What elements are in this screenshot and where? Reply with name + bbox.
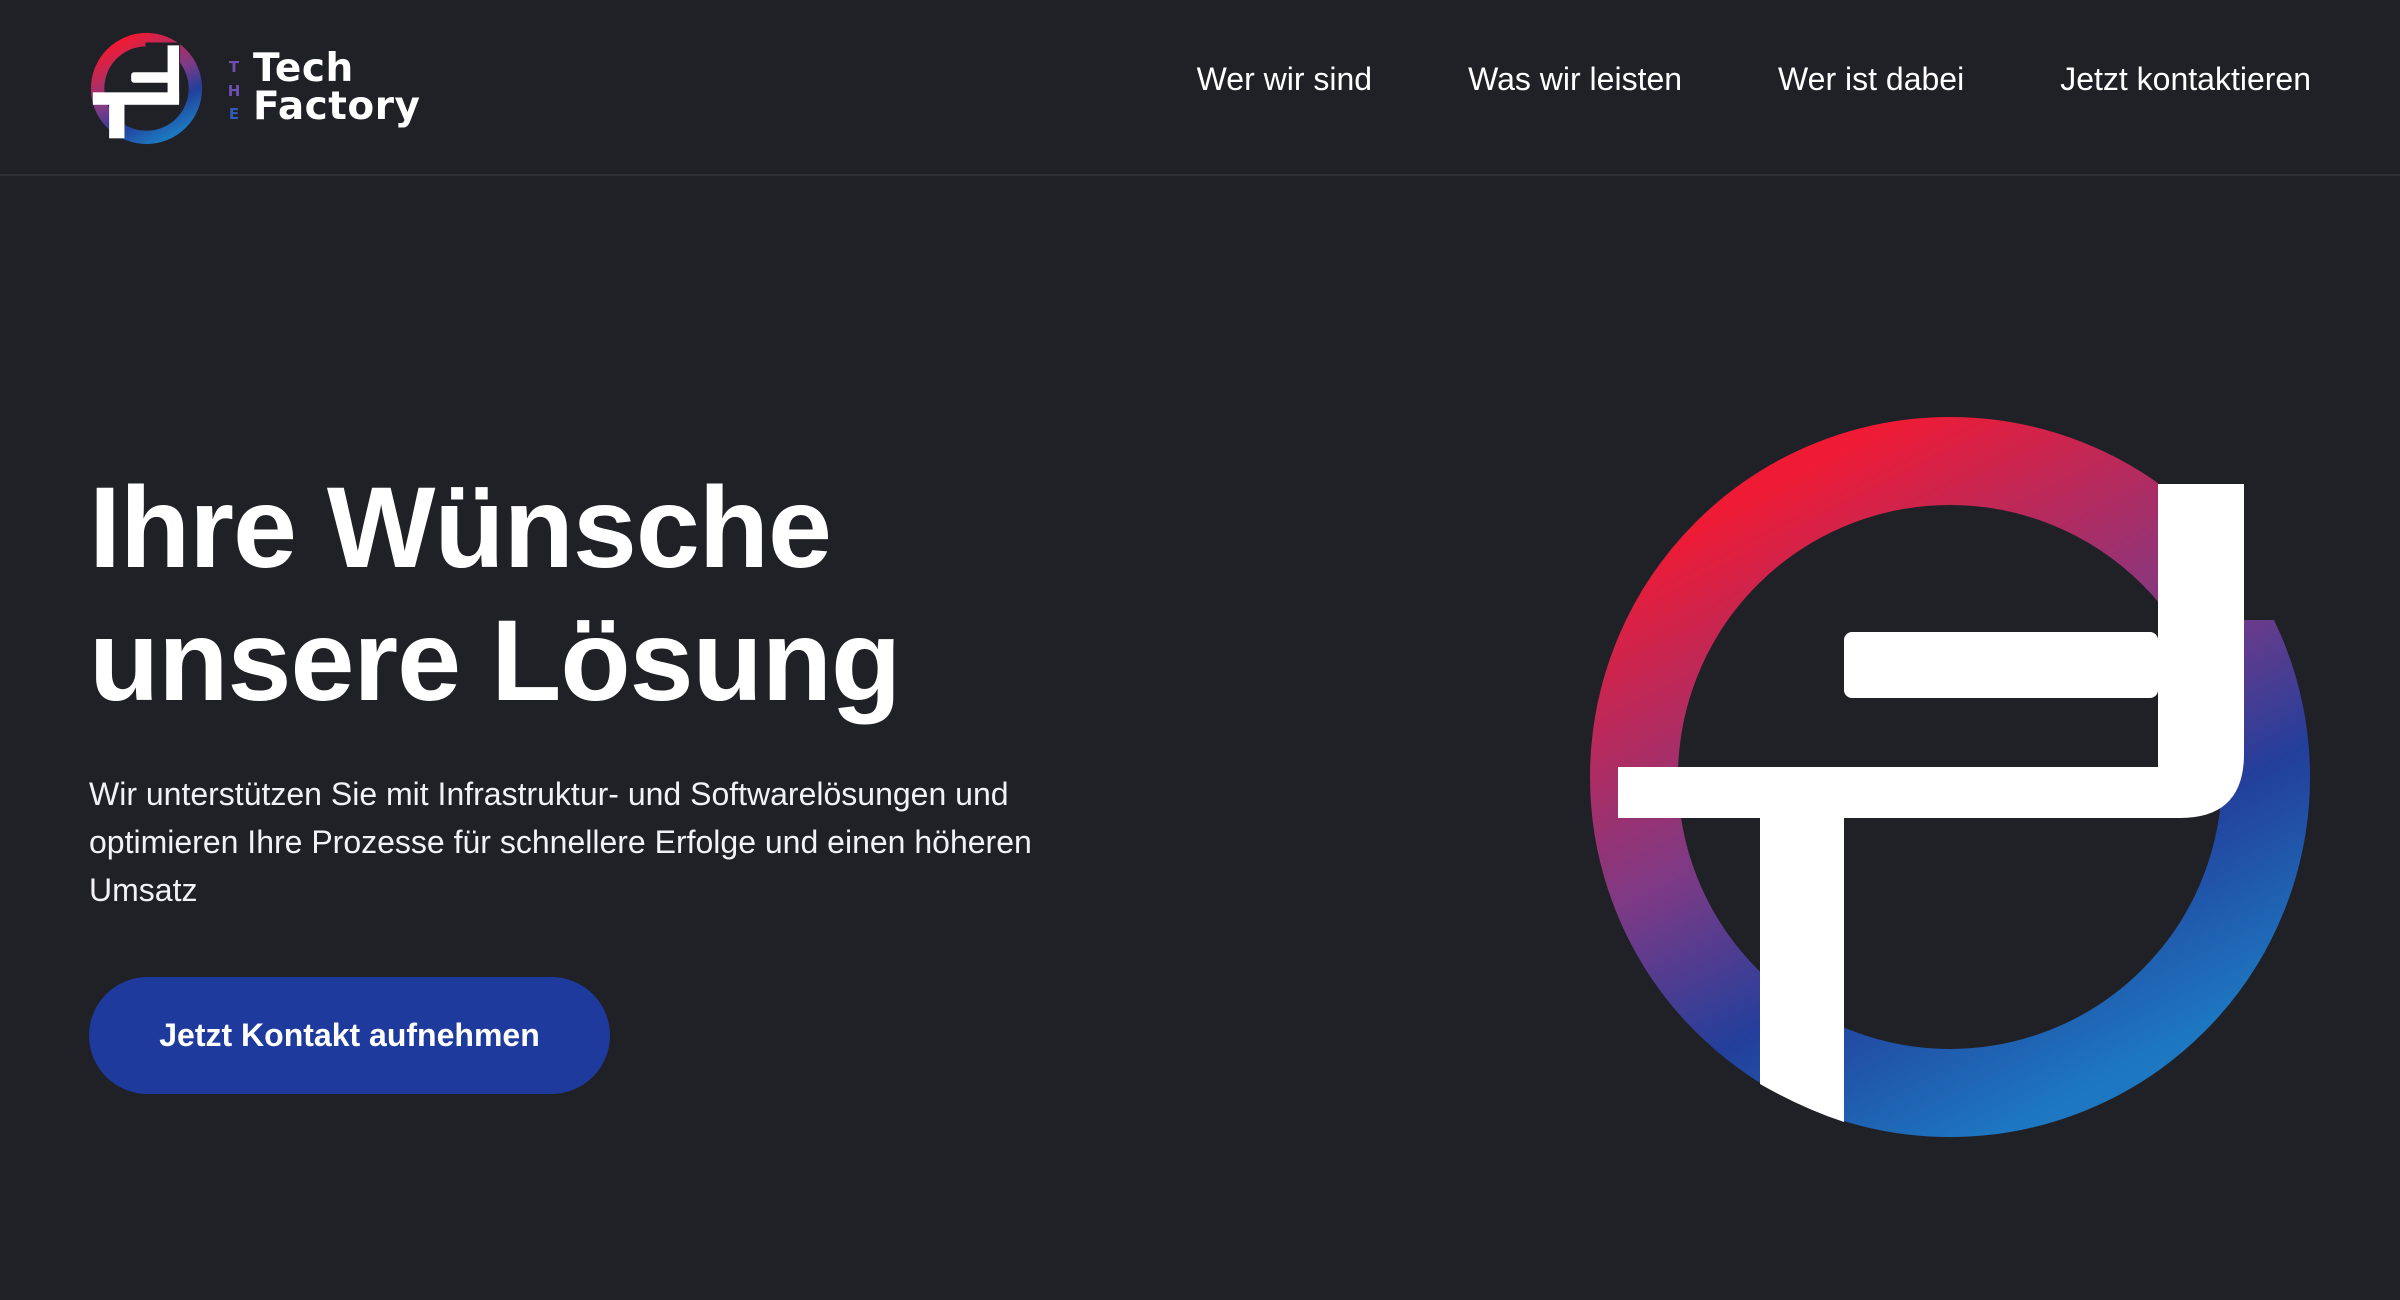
brand-word-tech: Tech: [253, 46, 354, 91]
brand-wordmark: T H E Tech Factory: [226, 48, 456, 128]
hero-title-line-1: Ihre Wünsche: [89, 464, 832, 592]
brand-home-link[interactable]: T H E Tech Factory: [89, 30, 456, 146]
brand-small-label-letter: H: [227, 81, 241, 100]
brand-small-label-letter: T: [228, 58, 240, 76]
nav-link-wer-wir-sind[interactable]: Wer wir sind: [1197, 59, 1372, 99]
brand-small-label-letter: E: [228, 105, 240, 123]
brand-small-label: T H E: [226, 60, 242, 122]
brand-word-factory: Factory: [253, 84, 421, 129]
nav-link-jetzt-kontaktieren[interactable]: Jetzt kontaktieren: [2060, 59, 2311, 99]
site-header: T H E Tech Factory Wer wir sind Was wir …: [0, 0, 2400, 176]
hero-title-line-2: unsere Lösung: [89, 597, 901, 725]
hero-title: Ihre Wünsche unsere Lösung: [89, 462, 1189, 728]
contact-cta-button[interactable]: Jetzt Kontakt aufnehmen: [89, 977, 610, 1094]
hero-description: Wir unterstützen Sie mit Infrastruktur- …: [89, 776, 1032, 908]
brand-logo-icon: [90, 32, 203, 144]
main-navigation: Wer wir sind Was wir leisten Wer ist dab…: [1197, 59, 2311, 99]
hero-logo-icon: [1590, 417, 2310, 1137]
nav-link-wer-ist-dabei[interactable]: Wer ist dabei: [1778, 59, 1964, 99]
nav-link-was-wir-leisten[interactable]: Was wir leisten: [1468, 59, 1682, 99]
